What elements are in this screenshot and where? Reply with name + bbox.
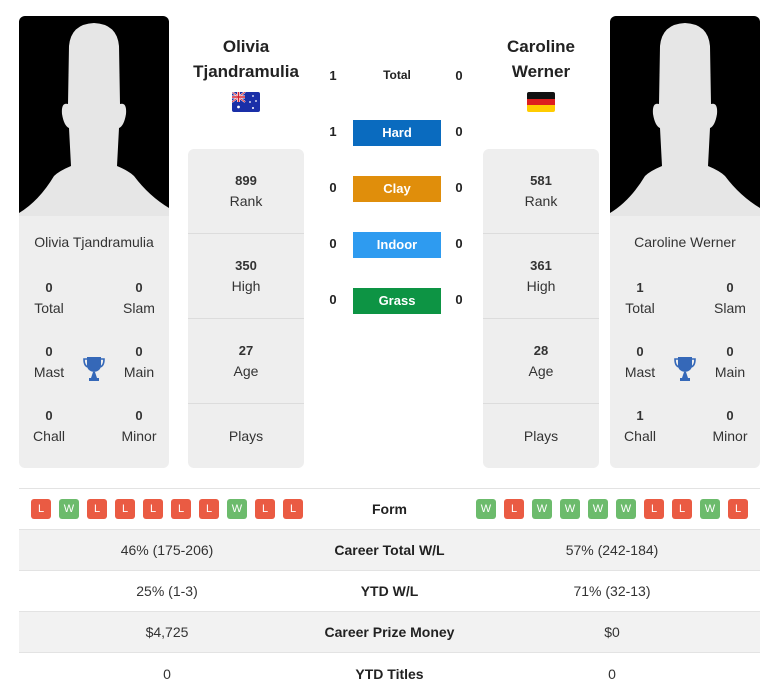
form-loss-badge[interactable]: L (644, 499, 664, 519)
form-win-badge[interactable]: W (616, 499, 636, 519)
titles-minor: 0 Minor (121, 408, 157, 444)
comparison-table: LWLLLLLWLL Form WLWWWWLLWL 46% (175-206)… (19, 488, 760, 694)
h2h-total-row: 1 Total 0 (329, 68, 463, 83)
form-win-badge[interactable]: W (59, 499, 79, 519)
player-photo-placeholder (610, 16, 760, 216)
player-photo-placeholder (19, 16, 169, 216)
row-label: Career Total W/L (334, 542, 445, 558)
trophy-icon (674, 357, 696, 381)
titles-main: 0 Main (714, 344, 746, 380)
right-value: $0 (604, 624, 620, 640)
form-loss-badge[interactable]: L (672, 499, 692, 519)
player-right-name-link[interactable]: Caroline Werner (476, 34, 606, 84)
form-win-badge[interactable]: W (588, 499, 608, 519)
surface-grass-button[interactable]: Grass (353, 288, 441, 314)
row-label: YTD Titles (355, 665, 424, 682)
player-name: Olivia Tjandramulia (34, 234, 154, 250)
form-right: WLWWWWLLWL (464, 499, 760, 519)
row-label: Career Prize Money (324, 624, 455, 640)
age-stat: 28 Age (483, 319, 599, 404)
table-row: 46% (175-206) Career Total W/L 57% (242-… (19, 530, 760, 571)
form-left: LWLLLLLWLL (19, 499, 315, 519)
titles-chall: 1 Chall (624, 408, 656, 444)
player-name: Caroline Werner (634, 234, 736, 250)
h2h-grass-row: 0 Grass 0 (318, 288, 478, 314)
titles-mast: 0 Mast (33, 344, 65, 380)
titles-main: 0 Main (123, 344, 155, 380)
titles-minor: 0 Minor (712, 408, 748, 444)
form-win-badge[interactable]: W (227, 499, 247, 519)
player-card-left: Olivia Tjandramulia 0 Total 0 Slam 0 Mast 0… (19, 16, 169, 468)
titles-slam: 0 Slam (123, 280, 155, 316)
form-win-badge[interactable]: W (700, 499, 720, 519)
left-value: 0 (163, 665, 171, 682)
form-loss-badge[interactable]: L (199, 499, 219, 519)
high-stat: 350 High (188, 234, 304, 319)
rank-stat: 899 Rank (188, 149, 304, 234)
form-loss-badge[interactable]: L (115, 499, 135, 519)
titles-total: 0 Total (34, 280, 64, 316)
row-label: YTD W/L (360, 583, 419, 599)
h2h-clay-row: 0 Clay 0 (318, 176, 478, 202)
germany-flag-icon (527, 92, 555, 112)
plays-stat: Plays (228, 428, 264, 444)
australia-flag-icon (232, 92, 260, 112)
plays-stat: Plays (523, 428, 559, 444)
surface-indoor-button[interactable]: Indoor (353, 232, 441, 258)
high-stat: 361 High (483, 234, 599, 319)
surface-clay-button[interactable]: Clay (353, 176, 441, 202)
form-win-badge[interactable]: W (560, 499, 580, 519)
right-value: 0 (608, 665, 616, 682)
left-value: 46% (175-206) (120, 542, 214, 558)
player-card-right: Caroline Werner 1 Total 0 Slam 0 Mast 0 Main… (610, 16, 760, 468)
surface-hard-button[interactable]: Hard (353, 120, 441, 146)
table-row: 25% (1-3) YTD W/L 71% (32-13) (19, 571, 760, 612)
form-loss-badge[interactable]: L (87, 499, 107, 519)
player-right-stats: 581 Rank 361 High 28 Age Plays (483, 149, 599, 468)
titles-total: 1 Total (625, 280, 655, 316)
h2h-hard-row: 1 Hard 0 (318, 120, 478, 146)
form-loss-badge[interactable]: L (504, 499, 524, 519)
age-stat: 27 Age (188, 319, 304, 404)
player-left-name-link[interactable]: Olivia Tjandramulia (181, 34, 311, 84)
form-win-badge[interactable]: W (532, 499, 552, 519)
form-loss-badge[interactable]: L (728, 499, 748, 519)
left-value: $4,725 (145, 624, 189, 640)
row-label: Form (372, 501, 407, 517)
silhouette-icon (19, 23, 169, 216)
silhouette-icon (610, 23, 760, 216)
right-value: 71% (32-13) (573, 583, 651, 599)
form-win-badge[interactable]: W (476, 499, 496, 519)
form-row: LWLLLLLWLL Form WLWWWWLLWL (19, 489, 760, 530)
trophy-icon (83, 357, 105, 381)
table-row: $4,725 Career Prize Money $0 (19, 612, 760, 653)
h2h-indoor-row: 0 Indoor 0 (318, 232, 478, 258)
right-value: 57% (242-184) (565, 542, 659, 558)
form-loss-badge[interactable]: L (255, 499, 275, 519)
titles-chall: 0 Chall (33, 408, 65, 444)
titles-slam: 0 Slam (714, 280, 746, 316)
form-loss-badge[interactable]: L (143, 499, 163, 519)
titles-grid: 0 Total 0 Slam 0 Mast 0 Main 0 Chall 0 Minor (19, 278, 169, 468)
player-left-stats: 899 Rank 350 High 27 Age Plays (188, 149, 304, 468)
table-row: 0 YTD Titles 0 (19, 653, 760, 694)
left-value: 25% (1-3) (136, 583, 198, 599)
titles-grid: 1 Total 0 Slam 0 Mast 0 Main 1 Chall 0 Minor (610, 278, 760, 468)
rank-stat: 581 Rank (483, 149, 599, 234)
form-loss-badge[interactable]: L (31, 499, 51, 519)
titles-mast: 0 Mast (624, 344, 656, 380)
form-loss-badge[interactable]: L (283, 499, 303, 519)
form-loss-badge[interactable]: L (171, 499, 191, 519)
